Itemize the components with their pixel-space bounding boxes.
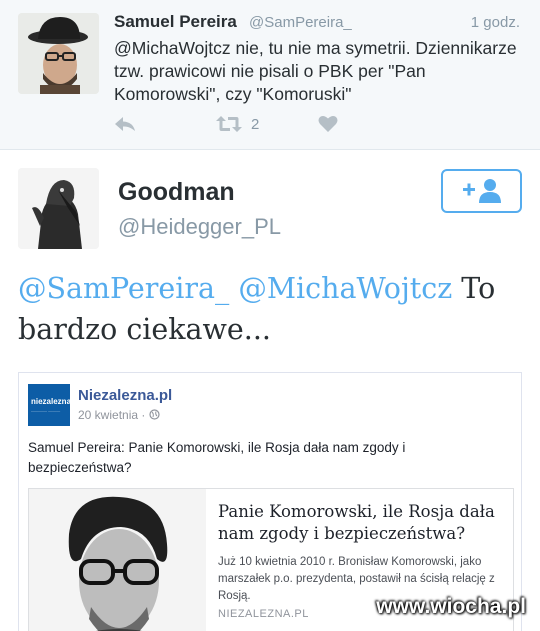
mention-link[interactable]: @SamPereira_ xyxy=(18,272,229,305)
reply-tweet-text: @MichaWojtcz nie, tu nie ma symetrii. Dz… xyxy=(114,38,517,104)
post-text: Samuel Pereira: Panie Komorowski, ile Ro… xyxy=(28,440,406,475)
reply-author-avatar[interactable] xyxy=(18,13,99,94)
watermark: www.wiocha.pl xyxy=(376,595,526,618)
reply-timestamp[interactable]: 1 godz. xyxy=(471,14,520,31)
reply-action-bar: 2 xyxy=(114,112,414,136)
page-logo-tagline: ———— ——— xyxy=(31,408,61,413)
retweet-button[interactable]: 2 xyxy=(216,112,259,136)
main-author-avatar[interactable] xyxy=(18,168,99,249)
reply-author-name[interactable]: Samuel Pereira xyxy=(114,12,237,32)
page-logo[interactable]: niezalezna ———— ——— xyxy=(28,384,70,426)
main-author-handle[interactable]: @Heidegger_PL xyxy=(118,214,281,240)
embedded-facebook-post[interactable]: niezalezna ———— ——— Niezalezna.pl 20 kwi… xyxy=(18,372,522,631)
link-title[interactable]: Panie Komorowski, ile Rosja dała nam zgo… xyxy=(218,501,508,545)
reply-icon xyxy=(115,117,135,131)
like-button[interactable] xyxy=(318,112,338,136)
link-source: NIEZALEZNA.PL xyxy=(218,608,309,620)
reply-author-handle[interactable]: @SamPereira_ xyxy=(249,14,352,31)
retweet-icon xyxy=(216,116,242,132)
link-preview-image xyxy=(29,489,206,631)
add-user-icon xyxy=(462,179,501,203)
follow-button[interactable] xyxy=(441,169,522,213)
page-logo-text: niezalezna xyxy=(31,397,70,406)
post-date[interactable]: 20 kwietnia · xyxy=(78,408,160,422)
mention-link[interactable]: @MichaWojtcz xyxy=(238,272,452,305)
heart-icon xyxy=(318,116,338,132)
retweet-count: 2 xyxy=(251,115,260,133)
reply-button[interactable] xyxy=(114,112,136,136)
reply-tweet: Samuel Pereira @SamPereira_ 1 godz. @Mic… xyxy=(0,0,540,150)
main-author-name[interactable]: Goodman xyxy=(118,178,235,207)
page-name[interactable]: Niezalezna.pl xyxy=(78,387,172,404)
main-tweet-text: @SamPereira_ @MichaWojtcz To bardzo ciek… xyxy=(18,268,528,350)
globe-icon xyxy=(149,409,160,420)
post-date-text: 20 kwietnia · xyxy=(78,408,149,422)
